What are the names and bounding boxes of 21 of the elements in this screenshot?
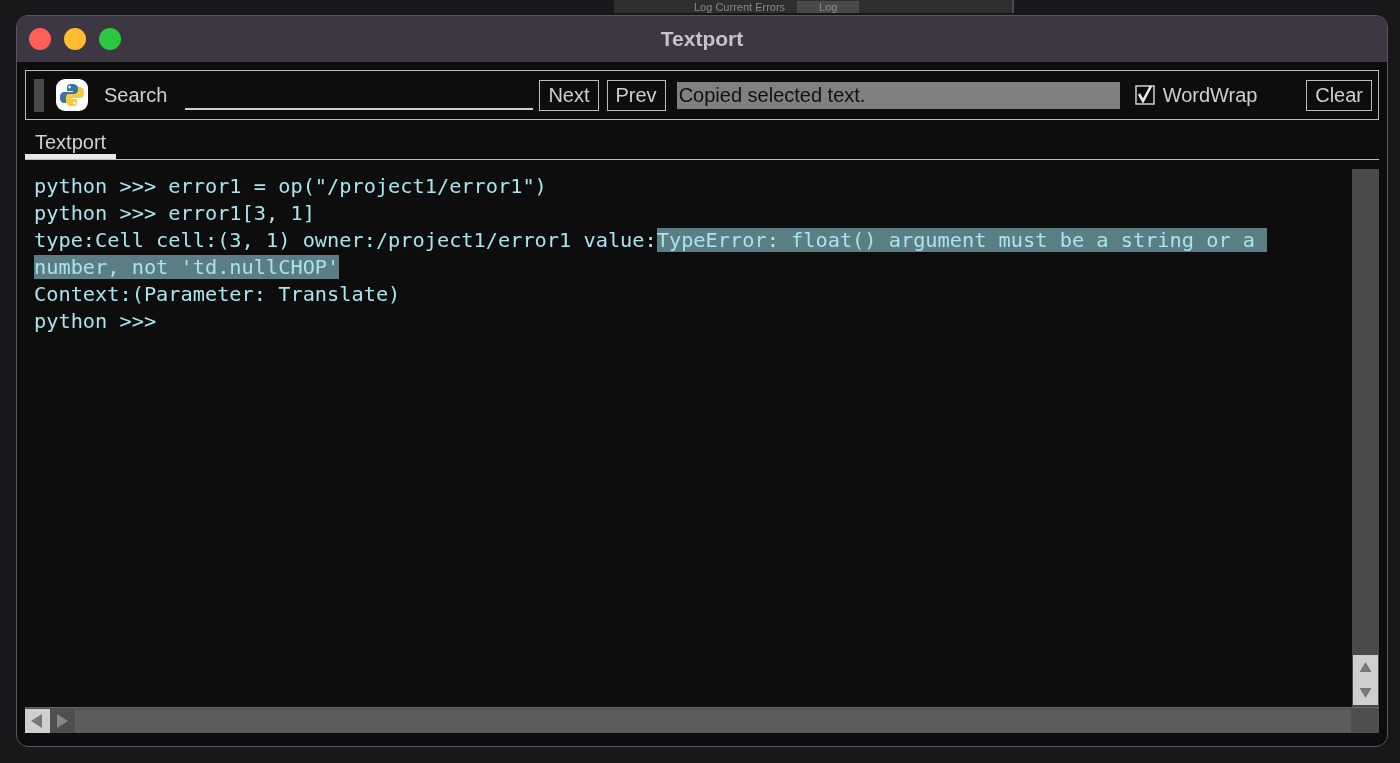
tab[interactable]: Textport (25, 130, 117, 159)
clear-button[interactable]: Clear (1306, 79, 1372, 111)
next-button[interactable]: Next (539, 79, 599, 111)
zoom-button[interactable] (99, 28, 121, 50)
search-label: Search (104, 83, 168, 107)
background-label: Log Current Errors (694, 0, 786, 13)
minimize-button[interactable] (64, 28, 86, 50)
close-button[interactable] (29, 28, 51, 50)
window-title: Textport (660, 27, 744, 51)
vertical-scrollbar[interactable] (1352, 169, 1379, 707)
horizontal-scrollbar[interactable] (25, 707, 1379, 733)
console-line: Context:(Parameter: Translate) (34, 281, 402, 308)
console-line: python >>> (34, 308, 158, 335)
wordwrap-label: WordWrap (1162, 83, 1258, 107)
console-line: python >>> error1[3, 1] (34, 200, 316, 227)
wordwrap-checkbox[interactable] (1134, 85, 1155, 105)
drag-handle[interactable] (34, 78, 44, 112)
python-logo-icon (56, 79, 88, 111)
prev-button[interactable]: Prev (606, 79, 666, 111)
status-field[interactable]: Copied selected text. (676, 81, 1120, 109)
console-line: python >>> error1 = op("/project1/error1") (34, 173, 548, 200)
